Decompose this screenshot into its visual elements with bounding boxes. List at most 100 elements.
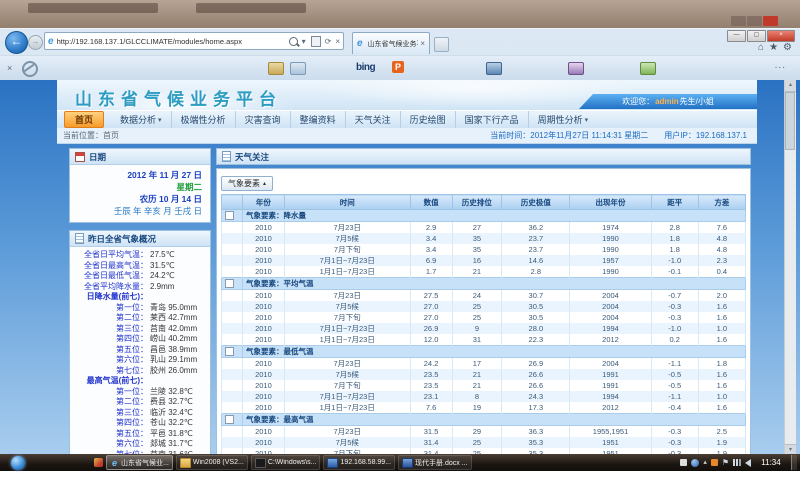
taskbar-button-2[interactable]: C:\Windows\s... <box>251 455 321 470</box>
minimize-button[interactable]: — <box>727 30 746 42</box>
tray-expand-icon[interactable]: ▴ <box>703 459 707 466</box>
table-row[interactable]: 20107月23日2.92736.219742.87.6 <box>222 222 746 234</box>
pinned-app-icon[interactable] <box>94 458 103 467</box>
nav-item-1[interactable]: 数据分析▾ <box>111 111 171 128</box>
stop-icon[interactable]: × <box>335 37 340 46</box>
refresh-icon[interactable]: ⟳ <box>325 37 332 46</box>
weather-stat-row: 第二位：费县 32.7℃ <box>72 397 205 408</box>
table-row[interactable]: 20107月5候3.43523.719901.84.8 <box>222 233 746 244</box>
compatibility-view-icon[interactable] <box>311 36 321 47</box>
table-row[interactable]: 20107月23日24.21726.92004-1.11.8 <box>222 358 746 370</box>
scrollbar-thumb[interactable] <box>785 92 795 150</box>
table-row[interactable]: 20107月23日27.52430.72004-0.72.0 <box>222 290 746 302</box>
cell: 2010 <box>242 312 284 323</box>
cell: 21 <box>452 369 502 380</box>
volume-icon[interactable] <box>745 459 751 467</box>
forward-button[interactable]: → <box>28 35 43 50</box>
table-row[interactable]: 20107月5候27.02530.52004-0.31.6 <box>222 301 746 312</box>
toolbar-close-icon[interactable]: × <box>7 63 12 73</box>
table-row[interactable]: 20107月1日~7月23日26.9928.01994-1.01.0 <box>222 323 746 334</box>
cell: 1月1日~7月23日 <box>284 266 410 278</box>
bing-logo[interactable]: bing <box>356 62 375 73</box>
nav-item-0[interactable]: 首页 <box>64 111 104 128</box>
more-icon[interactable]: ... <box>775 60 786 71</box>
cell: -1.1 <box>651 358 698 370</box>
nav-item-6[interactable]: 历史绘图 <box>400 111 455 128</box>
checkbox[interactable] <box>225 347 234 356</box>
nav-item-5[interactable]: 天气关注 <box>345 111 400 128</box>
nav-item-3[interactable]: 灾害查询 <box>235 111 290 128</box>
element-filter-button[interactable]: 气象要素 ▴ <box>221 176 273 191</box>
taskbar-button-1[interactable]: Win2008 (VS2... <box>176 455 248 470</box>
weather-stat-row: 第三位：临沂 32.4℃ <box>72 408 205 419</box>
table-row[interactable]: 20107月5候31.42535.31951-0.31.9 <box>222 437 746 448</box>
table-row[interactable]: 20107月5候23.52126.61991-0.51.6 <box>222 369 746 380</box>
favorites-star-icon[interactable]: ★ <box>769 42 778 53</box>
table-row[interactable]: 20107月23日31.52936.31955,1951-0.32.5 <box>222 426 746 438</box>
checkbox[interactable] <box>225 415 234 424</box>
action-center-flag-icon[interactable]: ⚑ <box>722 459 729 467</box>
cell: 7月23日 <box>284 222 410 234</box>
chevron-down-icon[interactable]: ▾ <box>302 37 306 46</box>
nav-item-2[interactable]: 极端性分析 <box>171 111 235 128</box>
taskbar-button-3[interactable]: 192.168.58.99... <box>323 455 395 470</box>
group-row: 气象要素：最高气温 <box>222 414 746 426</box>
camera-icon[interactable] <box>486 62 502 75</box>
puzzle-addon-icon[interactable] <box>640 62 656 75</box>
stat-label: 第七位： <box>72 366 148 377</box>
address-bar[interactable]: e http://192.168.137.1/GLCCLIMATE/module… <box>44 32 344 50</box>
back-button[interactable]: ← <box>5 31 28 54</box>
nav-item-7[interactable]: 国家下行产品 <box>455 111 528 128</box>
new-tab-button[interactable] <box>434 37 449 52</box>
group-row: 气象要素：最低气温 <box>222 346 746 358</box>
card-icon[interactable] <box>268 62 284 75</box>
tab-close-icon[interactable]: × <box>420 39 425 48</box>
table-row[interactable]: 20101月1日~7月23日1.7212.81990-0.10.4 <box>222 266 746 278</box>
scroll-up-icon[interactable]: ▴ <box>785 80 796 92</box>
search-icon[interactable] <box>289 37 298 46</box>
taskbar-clock[interactable]: 11:34 <box>755 458 787 467</box>
cell: 23.5 <box>410 369 452 380</box>
close-button[interactable]: × <box>767 30 795 42</box>
task-label: 山东省气候业... <box>121 458 169 468</box>
document-icon <box>75 233 84 244</box>
network-icon[interactable] <box>733 459 741 466</box>
task-label: 192.168.58.99... <box>340 459 391 466</box>
nav-item-4[interactable]: 整编资料 <box>290 111 345 128</box>
main-panel-header: 天气关注 <box>216 148 751 165</box>
page-scrollbar[interactable]: ▴ ▾ <box>784 80 796 456</box>
row-checkbox-cell <box>222 334 243 346</box>
network-globe-icon[interactable] <box>691 459 699 467</box>
table-row[interactable]: 20107月1日~7月23日23.1824.31994-1.11.0 <box>222 391 746 402</box>
taskbar-button-4[interactable]: 现代手册.docx ... <box>398 455 472 470</box>
ime-icon[interactable] <box>680 459 687 466</box>
url-text[interactable]: http://192.168.137.1/GLCCLIMATE/modules/… <box>57 37 285 46</box>
maximize-button[interactable]: ▢ <box>747 30 766 42</box>
browser-tab[interactable]: e 山东省气候业务平... × <box>352 32 430 54</box>
addon-icon[interactable] <box>568 62 584 75</box>
checkbox[interactable] <box>225 279 234 288</box>
settings-gear-icon[interactable]: ⚙ <box>783 42 792 53</box>
start-button[interactable] <box>11 456 25 470</box>
home-icon[interactable]: ⌂ <box>758 42 764 53</box>
mail-icon[interactable] <box>290 62 306 75</box>
cell: 1991 <box>570 369 651 380</box>
cell: 2.3 <box>698 255 745 266</box>
table-row[interactable]: 20107月下旬3.43523.719901.84.8 <box>222 244 746 255</box>
taskbar-button-0[interactable]: e山东省气候业... <box>106 455 173 470</box>
breadcrumb: 当前位置：首页 <box>63 130 119 141</box>
stat-value: 2.9mm <box>148 282 205 293</box>
security-icon[interactable] <box>711 459 718 466</box>
table-row[interactable]: 20107月下旬27.02530.52004-0.31.6 <box>222 312 746 323</box>
cell: 7月1日~7月23日 <box>284 255 410 266</box>
table-row[interactable]: 20107月1日~7月23日6.91614.61957-1.02.3 <box>222 255 746 266</box>
cell: 28.0 <box>502 323 570 334</box>
nav-item-8[interactable]: 周期性分析▾ <box>528 111 598 128</box>
cell: 1994 <box>570 323 651 334</box>
show-desktop-button[interactable] <box>791 455 797 470</box>
checkbox[interactable] <box>225 211 234 220</box>
table-row[interactable]: 20101月1日~7月23日12.03122.320120.21.6 <box>222 334 746 346</box>
table-row[interactable]: 20101月1日~7月23日7.61917.32012-0.41.6 <box>222 402 746 414</box>
bing-p-icon[interactable]: P <box>392 61 404 73</box>
table-row[interactable]: 20107月下旬23.52126.61991-0.51.6 <box>222 380 746 391</box>
